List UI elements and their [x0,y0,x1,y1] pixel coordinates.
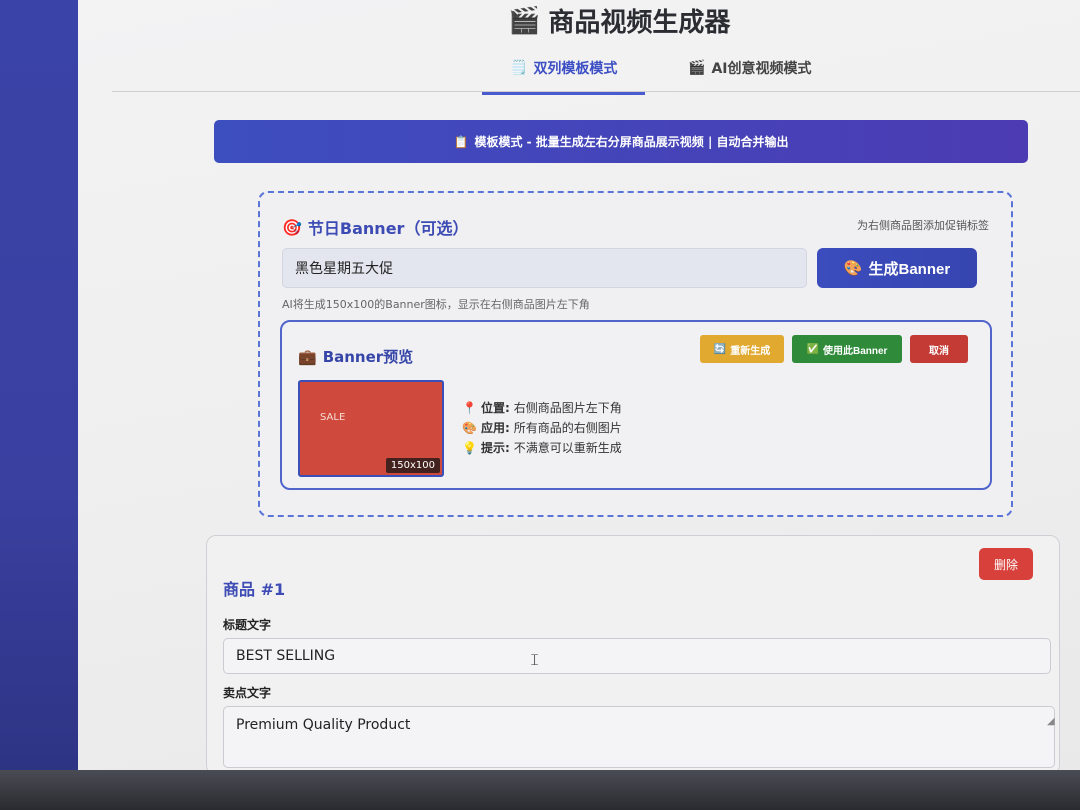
holiday-banner-section: 🎯 节日Banner（可选） 为右侧商品图添加促销标签 🎨 生成Banner A… [258,191,1013,517]
generate-banner-label: 生成Banner [868,260,951,278]
bulb-icon: 💡 [462,441,477,455]
info-value: 不满意可以重新生成 [513,441,622,455]
page-title-text: 商品视频生成器 [548,8,731,38]
tab-ai-video-mode[interactable]: 🎬 AI创意视频模式 [688,58,811,92]
info-row-position: 📍 位置: 右侧商品图片左下角 [462,398,622,418]
app-window: 🎬 商品视频生成器 🗒️ 双列模板模式 🎬 AI创意视频模式 📋 模板模式 - … [78,0,1080,778]
palette-icon: 🎨 [843,260,863,277]
title-text-input[interactable] [223,638,1051,674]
cancel-button[interactable]: 取消 [910,335,968,363]
banner-section-title-text: 节日Banner（可选） [307,219,469,238]
tab-label: AI创意视频模式 [711,61,812,77]
delete-product-button[interactable]: 删除 [979,548,1033,580]
info-row-apply: 🎨 应用: 所有商品的右侧图片 [462,418,622,438]
product-title: 商品 #1 [223,580,286,599]
info-key: 位置: [480,401,510,415]
mode-tabs: 🗒️ 双列模板模式 🎬 AI创意视频模式 [112,52,1080,95]
preview-title-text: Banner预览 [322,348,414,366]
banner-text-input[interactable] [282,248,807,288]
check-icon: ✅ [806,343,819,355]
use-banner-button[interactable]: ✅ 使用此Banner [792,335,902,363]
mode-info-text: 模板模式 - 批量生成左右分屏商品展示视频 | 自动合并输出 [474,135,789,149]
banner-section-hint: 为右侧商品图添加促销标签 [857,219,989,232]
info-key: 提示: [480,441,510,455]
info-value: 所有商品的右侧图片 [513,421,622,435]
selling-point-label: 卖点文字 [223,686,272,700]
notepad-icon: 🗒️ [510,60,528,76]
tab-template-mode[interactable]: 🗒️ 双列模板模式 [482,58,646,95]
target-icon: 🎯 [282,217,302,237]
regenerate-button[interactable]: 🔄 重新生成 [700,335,784,363]
info-value: 右侧商品图片左下角 [513,401,622,415]
banner-section-title: 🎯 节日Banner（可选） [282,215,468,239]
laptop-bezel [0,770,1080,810]
resize-handle-icon[interactable]: ◢ [1047,716,1055,727]
thumb-size-tag: 150x100 [385,458,440,473]
desktop-background [0,0,80,810]
mode-info-banner: 📋 模板模式 - 批量生成左右分屏商品展示视频 | 自动合并输出 [214,120,1028,163]
preview-title: 💼 Banner预览 [298,346,413,367]
info-key: 应用: [480,421,510,435]
info-row-tip: 💡 提示: 不满意可以重新生成 [462,438,622,458]
refresh-icon: 🔄 [713,343,727,355]
generate-banner-button[interactable]: 🎨 生成Banner [817,248,977,288]
briefcase-icon: 💼 [298,347,317,366]
text-cursor-icon: 𝙸 [529,650,541,669]
pin-icon: 📍 [462,401,477,415]
use-banner-label: 使用此Banner [823,345,888,357]
clapper-icon: 🎬 [508,5,541,36]
banner-preview-panel: 💼 Banner预览 🔄 重新生成 ✅ 使用此Banner 取消 SALE 15… [280,320,992,490]
selling-point-textarea[interactable]: Premium Quality Product [223,706,1055,768]
page-title: 🎬 商品视频生成器 [508,2,730,39]
banner-thumbnail: SALE 150x100 [298,380,444,477]
banner-help-text: AI将生成150x100的Banner图标，显示在右侧商品图片左下角 [282,298,590,311]
palette-icon: 🎨 [462,421,477,435]
tab-label: 双列模板模式 [533,61,618,77]
banner-info-list: 📍 位置: 右侧商品图片左下角 🎨 应用: 所有商品的右侧图片 💡 提示: 不满… [462,398,622,458]
product-card: 商品 #1 删除 标题文字 卖点文字 Premium Quality Produ… [206,535,1060,775]
clapper-icon: 🎬 [688,60,706,76]
cancel-label: 取消 [929,345,949,357]
thumb-sale-text: SALE [320,412,346,423]
regenerate-label: 重新生成 [730,345,771,357]
title-text-label: 标题文字 [223,618,272,632]
clipboard-icon: 📋 [453,134,469,149]
